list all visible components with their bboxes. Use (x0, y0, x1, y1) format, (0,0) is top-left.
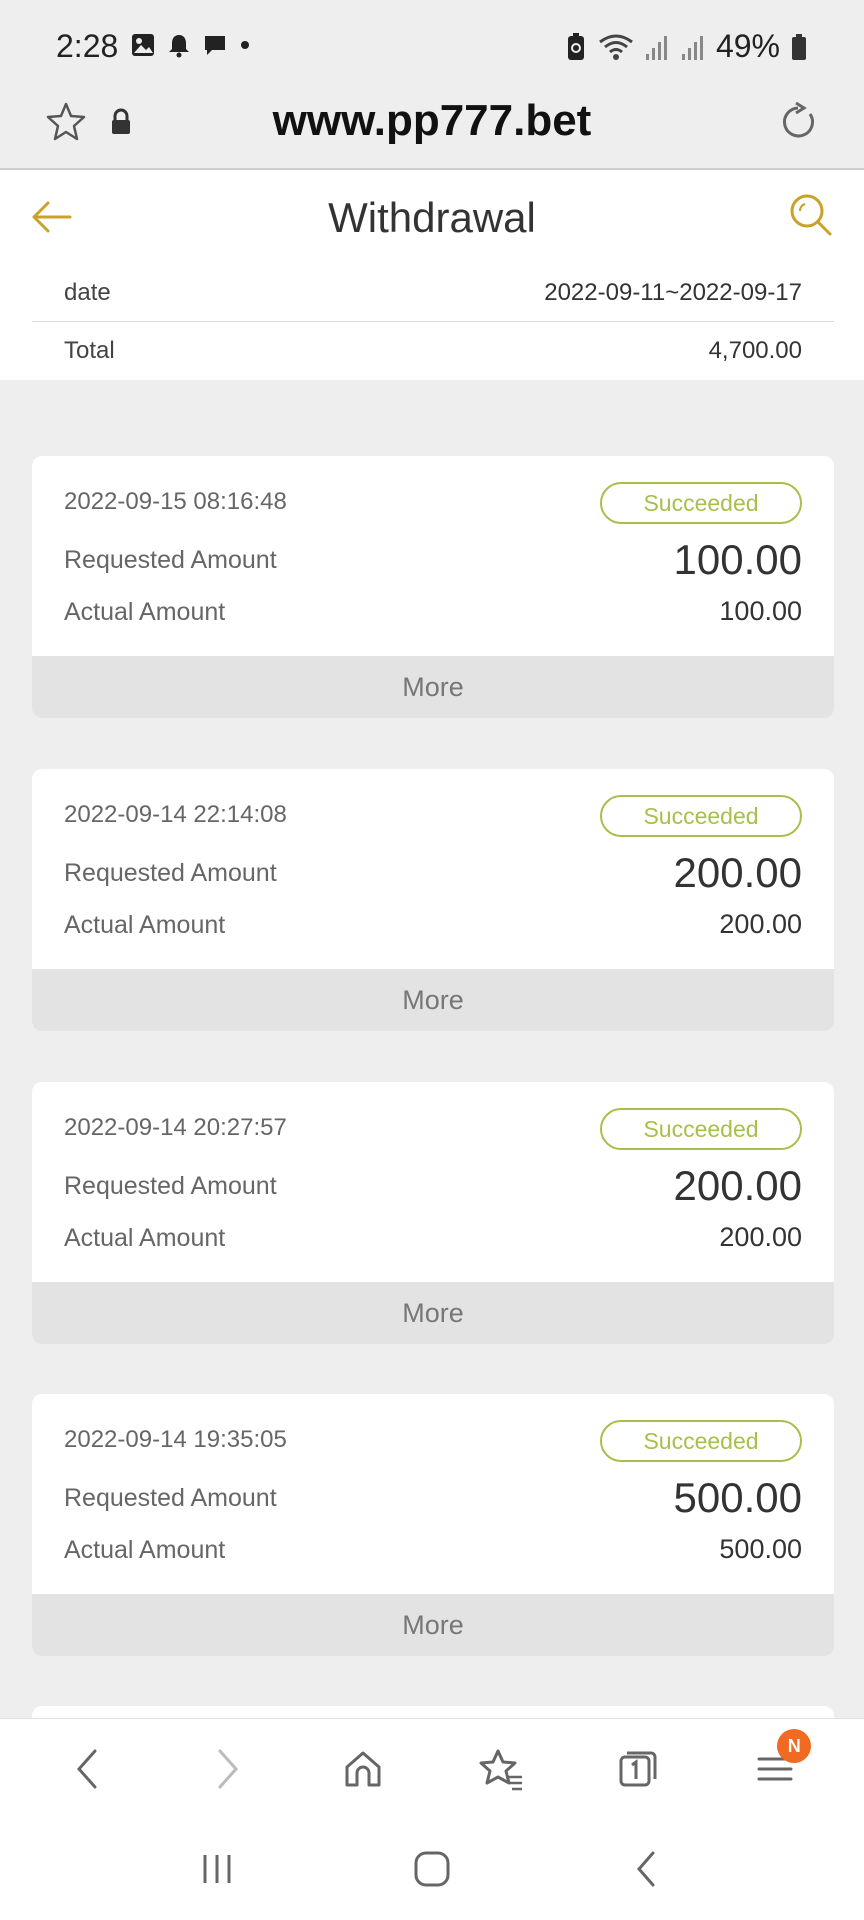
status-badge: Succeeded (600, 1420, 802, 1462)
battery-saver-icon (567, 32, 584, 60)
recent-apps-button[interactable] (177, 1829, 257, 1909)
date-label: date (64, 278, 111, 306)
chevron-left-icon (76, 1749, 97, 1788)
browser-forward-button[interactable] (186, 1729, 266, 1809)
status-badge: Succeeded (600, 482, 802, 524)
requested-amount-label: Requested Amount (64, 1484, 277, 1512)
record-time: 2022-09-15 08:16:48 (64, 488, 287, 515)
requested-amount-value: 200.00 (673, 849, 802, 896)
record-time: 2022-09-14 20:27:57 (64, 1114, 287, 1141)
home-square-icon (414, 1851, 450, 1887)
browser-address-bar: www.pp777.bet (0, 92, 864, 170)
battery-icon (792, 33, 806, 60)
dot-icon (241, 41, 249, 49)
status-icons-left (130, 32, 252, 58)
requested-amount-label: Requested Amount (64, 859, 277, 887)
record-time: 2022-09-14 22:14:08 (64, 801, 287, 828)
page-title: Withdrawal (328, 194, 536, 241)
wifi-icon (599, 34, 633, 60)
more-button[interactable]: More (32, 1282, 834, 1344)
record-time: 2022-09-14 19:35:05 (64, 1426, 287, 1453)
home-icon (345, 1751, 381, 1786)
status-badge: Succeeded (600, 795, 802, 837)
more-button[interactable]: More (32, 969, 834, 1031)
page-header: Withdrawal date 2022-09-11~2022-09-17 To… (0, 170, 864, 380)
browser-menu-button[interactable]: N (735, 1728, 815, 1809)
browser-toolbar: N (0, 1718, 864, 1818)
requested-amount-value: 200.00 (673, 1162, 802, 1209)
more-button[interactable]: More (32, 656, 834, 718)
withdrawal-record-card: 2022-09-14 20:27:57 Succeeded Requested … (32, 1082, 834, 1344)
actual-amount-label: Actual Amount (64, 1536, 226, 1564)
actual-amount-label: Actual Amount (64, 911, 226, 939)
signal-icon (645, 35, 667, 60)
actual-amount-label: Actual Amount (64, 598, 226, 626)
status-badge: Succeeded (600, 1108, 802, 1150)
withdrawal-record-card: 2022-09-14 19:35:05 Succeeded Requested … (32, 1394, 834, 1656)
more-button[interactable]: More (32, 1594, 834, 1656)
search-icon[interactable] (786, 190, 836, 240)
image-icon (132, 34, 154, 56)
tabs-icon (619, 1751, 657, 1786)
bell-icon (169, 35, 189, 58)
actual-amount-value: 100.00 (719, 596, 802, 626)
notification-badge: N (777, 1728, 812, 1763)
chevron-right-icon (218, 1749, 238, 1788)
system-navigation-bar (0, 1818, 864, 1920)
recent-apps-icon (203, 1855, 231, 1883)
withdrawal-record-card: 2022-09-14 22:14:08 Succeeded Requested … (32, 769, 834, 1031)
withdrawal-record-card: 2022-09-15 08:16:48 Succeeded Requested … (32, 456, 834, 718)
browser-back-button[interactable] (49, 1729, 129, 1809)
status-time: 2:28 (56, 28, 119, 64)
signal-icon (681, 35, 703, 60)
message-icon (205, 36, 225, 55)
requested-amount-label: Requested Amount (64, 1172, 277, 1200)
total-label: Total (64, 337, 115, 364)
system-back-button[interactable] (607, 1829, 687, 1909)
actual-amount-value: 500.00 (719, 1534, 802, 1564)
requested-amount-label: Requested Amount (64, 546, 277, 574)
actual-amount-value: 200.00 (719, 909, 802, 939)
back-chevron-icon (636, 1851, 655, 1887)
status-bar: 2:28 49% (0, 0, 864, 92)
reload-icon[interactable] (776, 100, 820, 144)
browser-bookmarks-button[interactable] (461, 1729, 541, 1809)
requested-amount-value: 500.00 (673, 1474, 802, 1521)
requested-amount-value: 100.00 (673, 536, 802, 583)
date-row[interactable]: date 2022-09-11~2022-09-17 (32, 264, 834, 322)
browser-tabs-button[interactable] (598, 1729, 678, 1809)
actual-amount-label: Actual Amount (64, 1224, 226, 1252)
browser-home-button[interactable] (323, 1729, 403, 1809)
status-icons-right: 49% (564, 28, 808, 65)
date-range-value: 2022-09-11~2022-09-17 (544, 278, 802, 306)
battery-percent: 49% (715, 28, 780, 64)
url-text[interactable]: www.pp777.bet (0, 96, 864, 146)
total-row: Total 4,700.00 (32, 322, 834, 380)
home-button[interactable] (392, 1829, 472, 1909)
actual-amount-value: 200.00 (719, 1222, 802, 1252)
bookmarks-star-icon (479, 1749, 522, 1790)
total-value: 4,700.00 (708, 337, 802, 364)
